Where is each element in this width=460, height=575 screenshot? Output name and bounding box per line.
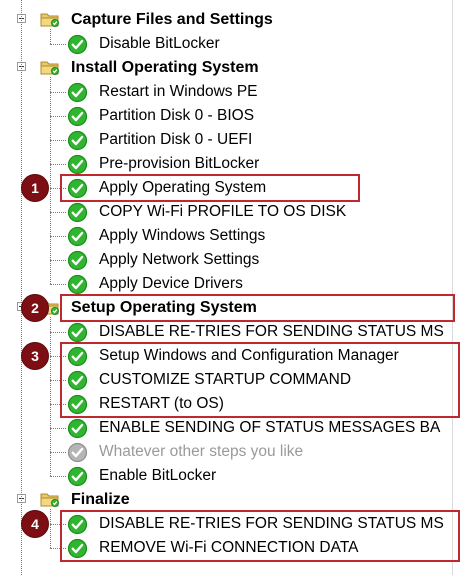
tree-connector	[50, 332, 66, 333]
callout-badge-1: 1	[21, 174, 49, 202]
success-check-icon	[67, 154, 88, 175]
success-check-icon	[67, 130, 88, 151]
folder-icon	[40, 11, 60, 28]
group-label: Finalize	[71, 491, 130, 508]
success-check-icon	[67, 202, 88, 223]
step-partition-disk-0-uefi[interactable]: Partition Disk 0 - UEFI	[0, 128, 460, 152]
step-label: Pre-provision BitLocker	[99, 155, 260, 172]
success-check-icon	[67, 106, 88, 127]
step-label: DISABLE RE-TRIES FOR SENDING STATUS MS	[99, 323, 444, 340]
tree-connector	[50, 260, 66, 261]
step-label: Apply Device Drivers	[99, 275, 243, 292]
step-label: Apply Windows Settings	[99, 227, 266, 244]
tree-connector	[50, 212, 66, 213]
step-label: Partition Disk 0 - UEFI	[99, 131, 253, 148]
step-partition-disk-0-bios[interactable]: Partition Disk 0 - BIOS	[0, 104, 460, 128]
tree-connector	[50, 452, 66, 453]
step-label: COPY Wi-Fi PROFILE TO OS DISK	[99, 203, 347, 220]
highlight-box	[60, 174, 360, 202]
folder-icon	[40, 59, 60, 76]
group-install-operating-system[interactable]: Install Operating System	[0, 56, 460, 80]
tree-connector	[50, 164, 66, 165]
tree-connector	[50, 284, 66, 285]
step-pre-provision-bitlocker[interactable]: Pre-provision BitLocker	[0, 152, 460, 176]
tree-connector	[50, 236, 66, 237]
step-label: Enable BitLocker	[99, 467, 217, 484]
success-check-icon	[67, 274, 88, 295]
success-check-icon	[67, 418, 88, 439]
success-check-icon	[67, 226, 88, 247]
task-sequence-tree: Capture Files and Settings Disable BitLoc…	[0, 0, 460, 575]
success-check-icon	[67, 250, 88, 271]
step-label: Whatever other steps you like	[99, 443, 304, 460]
step-apply-device-drivers[interactable]: Apply Device Drivers	[0, 272, 460, 296]
folder-icon	[40, 491, 60, 508]
tree-connector	[50, 509, 51, 548]
tree-connector	[50, 428, 66, 429]
tree-connector	[50, 476, 66, 477]
disabled-check-icon	[67, 442, 88, 463]
tree-connector	[50, 317, 51, 476]
step-apply-windows-settings[interactable]: Apply Windows Settings	[0, 224, 460, 248]
tree-connector	[50, 116, 66, 117]
success-check-icon	[67, 34, 88, 55]
tree-connector	[50, 77, 51, 284]
tree-connector	[50, 92, 66, 93]
tree-connector	[50, 140, 66, 141]
tree-connector	[50, 44, 66, 45]
step-restart-in-windows-pe[interactable]: Restart in Windows PE	[0, 80, 460, 104]
step-label: Partition Disk 0 - BIOS	[99, 107, 255, 124]
step-whatever-other-steps-you-like[interactable]: Whatever other steps you like	[0, 440, 460, 464]
callout-badge-2: 2	[21, 294, 49, 322]
step-disable-re-tries-for-sending-status-ms[interactable]: DISABLE RE-TRIES FOR SENDING STATUS MS	[0, 320, 460, 344]
success-check-icon	[67, 466, 88, 487]
highlight-box	[60, 294, 455, 322]
step-label: Disable BitLocker	[99, 35, 220, 52]
group-label: Capture Files and Settings	[71, 11, 273, 28]
callout-badge-4: 4	[21, 510, 49, 538]
callout-badge-3: 3	[21, 342, 49, 370]
step-enable-sending-of-status-messages-ba[interactable]: ENABLE SENDING OF STATUS MESSAGES BA	[0, 416, 460, 440]
step-copy-wi-fi-profile-to-os-disk[interactable]: COPY Wi-Fi PROFILE TO OS DISK	[0, 200, 460, 224]
success-check-icon	[67, 82, 88, 103]
highlight-box	[60, 342, 460, 418]
step-label: ENABLE SENDING OF STATUS MESSAGES BA	[99, 419, 441, 436]
success-check-icon	[67, 322, 88, 343]
highlight-box	[60, 510, 460, 562]
group-capture-files-and-settings[interactable]: Capture Files and Settings	[0, 8, 460, 32]
step-label: Restart in Windows PE	[99, 83, 258, 100]
tree-connector	[50, 29, 51, 44]
group-finalize[interactable]: Finalize	[0, 488, 460, 512]
tree-root-connector	[21, 0, 22, 575]
step-label: Apply Network Settings	[99, 251, 260, 268]
step-enable-bitlocker[interactable]: Enable BitLocker	[0, 464, 460, 488]
step-apply-network-settings[interactable]: Apply Network Settings	[0, 248, 460, 272]
step-disable-bitlocker[interactable]: Disable BitLocker	[0, 32, 460, 56]
group-label: Install Operating System	[71, 59, 259, 76]
